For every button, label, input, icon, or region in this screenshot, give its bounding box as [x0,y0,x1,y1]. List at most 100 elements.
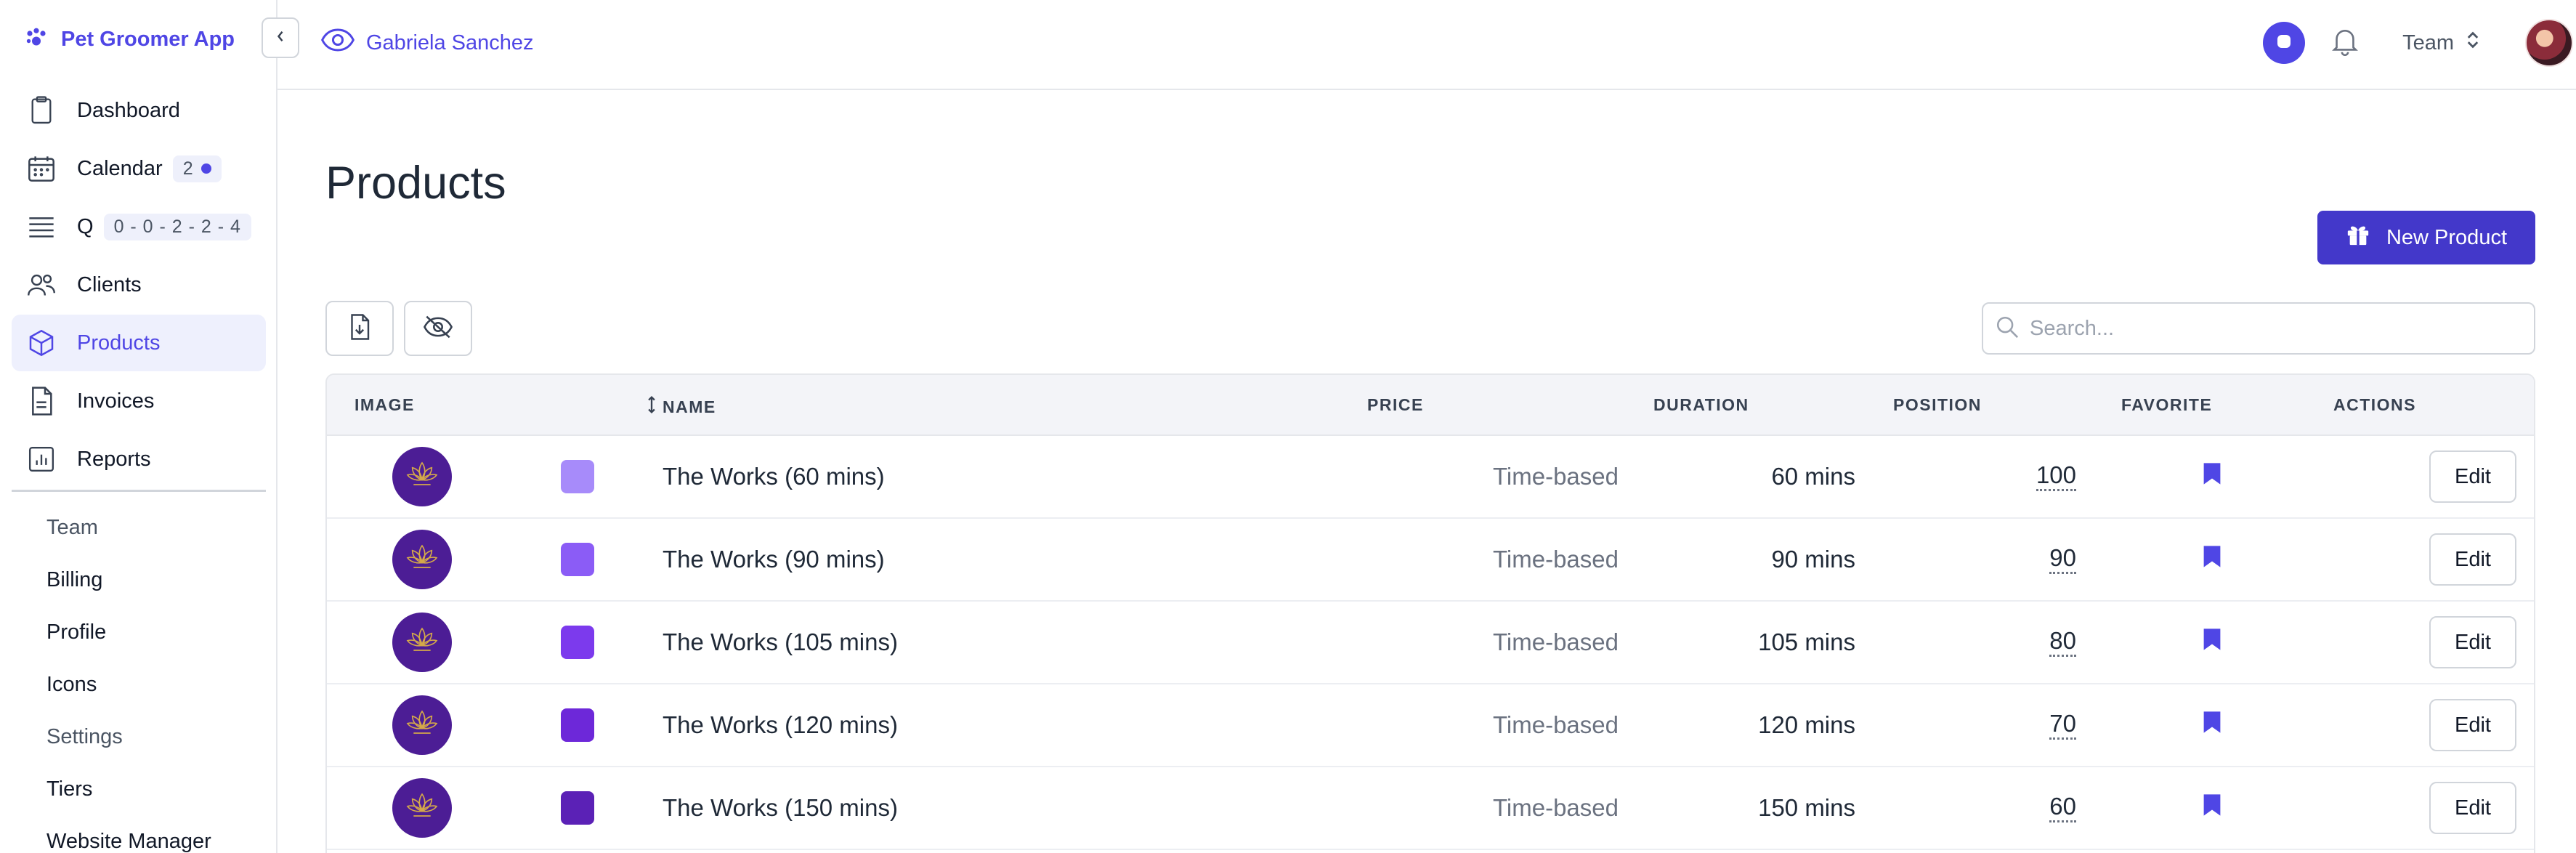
product-name: The Works (150 mins) [663,794,898,821]
new-product-button[interactable]: New Product [2317,211,2535,264]
search-box [1982,302,2535,355]
color-swatch [561,460,594,493]
table-header: IMAGE NAME PRICE DURATION POSITION FAVOR… [327,375,2534,436]
clipboard-icon [26,95,57,126]
product-image [392,778,452,838]
sidebar-divider [12,490,266,492]
product-image [392,613,452,672]
paw-icon [23,25,49,54]
chevron-up-down-icon [2466,30,2480,56]
sidebar-item-icons[interactable]: Icons [46,658,211,711]
brand[interactable]: Pet Groomer App [23,25,235,54]
app-name: Pet Groomer App [61,28,235,51]
user-avatar[interactable] [2525,19,2573,67]
bookmark-icon[interactable] [2203,461,2221,492]
sidebar-item-tiers[interactable]: Tiers [46,763,211,815]
product-position[interactable]: 70 [2049,711,2076,740]
bookmark-icon[interactable] [2203,710,2221,740]
sidebar-item-label: Products [77,331,161,355]
notifications-button[interactable] [2327,25,2363,61]
viewing-as[interactable]: Gabriela Sanchez [320,28,534,58]
color-swatch [561,708,594,742]
product-position[interactable]: 80 [2049,628,2076,657]
sidebar-item-queue[interactable]: Q 0 - 0 - 2 - 2 - 4 [12,198,266,255]
column-header-duration: DURATION [1653,395,1749,414]
bookmark-icon[interactable] [2203,544,2221,575]
calendar-icon [26,153,57,184]
new-product-label: New Product [2386,225,2507,249]
sidebar-item-label: Calendar [77,156,163,180]
column-header-position: POSITION [1893,395,1982,414]
lotus-icon [404,625,440,660]
topbar-actions: Team [2263,19,2576,67]
sidebar-item-reports[interactable]: Reports [12,431,266,488]
bell-icon [2332,27,2358,60]
table-row: The Works (90 mins) Time-based 90 mins 9… [327,519,2534,602]
lotus-icon [404,459,440,494]
eye-icon [320,28,355,58]
team-selector[interactable]: Team [2402,30,2480,56]
sidebar-item-calendar[interactable]: Calendar 2 [12,140,266,197]
team-selector-label: Team [2402,31,2454,54]
sidebar-item-website-manager[interactable]: Website Manager [46,815,211,853]
sidebar-item-clients[interactable]: Clients [12,256,266,313]
sidebar: Pet Groomer App Dashboard Calendar 2 Q 0… [0,0,278,853]
product-duration: 90 mins [1771,546,1855,573]
product-price: Time-based [1492,463,1619,490]
users-icon [26,270,57,300]
calendar-badge: 2 [172,155,222,182]
eye-slash-icon [423,315,453,342]
viewer-name: Gabriela Sanchez [366,31,534,54]
column-header-label: NAME [663,397,716,416]
color-swatch [561,626,594,659]
edit-button[interactable]: Edit [2429,616,2516,668]
notification-dot-icon [201,163,211,174]
file-download-icon [349,313,370,344]
product-duration: 150 mins [1758,794,1855,821]
sidebar-item-invoices[interactable]: Invoices [12,373,266,429]
edit-button[interactable]: Edit [2429,533,2516,586]
search-input[interactable] [2030,316,2502,341]
sidebar-item-profile[interactable]: Profile [46,606,211,658]
sidebar-item-settings[interactable]: Settings [46,711,211,763]
queue-icon [26,211,57,242]
sidebar-item-dashboard[interactable]: Dashboard [12,82,266,139]
edit-button[interactable]: Edit [2429,699,2516,751]
product-position[interactable]: 100 [2036,462,2076,491]
product-price: Time-based [1492,711,1619,738]
page-title: Products [325,158,506,209]
column-header-price: PRICE [1367,395,1424,414]
gift-icon [2346,222,2370,253]
table-row: The Works (105 mins) Time-based 105 mins… [327,602,2534,684]
document-icon [26,386,57,416]
product-price: Time-based [1492,794,1619,821]
edit-button[interactable]: Edit [2429,450,2516,503]
product-name: The Works (60 mins) [663,463,885,490]
product-name: The Works (105 mins) [663,628,898,655]
product-position[interactable]: 90 [2049,545,2076,574]
sort-icon [647,395,657,419]
bookmark-icon[interactable] [2203,627,2221,658]
edit-button[interactable]: Edit [2429,782,2516,834]
sidebar-item-label: Q [77,214,94,238]
lotus-icon [404,791,440,825]
export-button[interactable] [325,301,394,356]
status-button[interactable] [2263,22,2306,64]
toggle-hidden-button[interactable] [404,301,472,356]
sidebar-item-label: Dashboard [77,98,180,122]
sidebar-item-label: Reports [77,447,151,471]
queue-badge: 0 - 0 - 2 - 2 - 4 [103,213,251,240]
product-image [392,695,452,755]
product-price: Time-based [1492,546,1619,573]
lotus-icon [404,708,440,743]
column-header-name[interactable]: NAME [647,395,716,419]
product-duration: 120 mins [1758,711,1855,738]
products-table: IMAGE NAME PRICE DURATION POSITION FAVOR… [325,373,2535,853]
product-position[interactable]: 60 [2049,793,2076,822]
product-image [392,530,452,589]
search-icon [1995,315,2020,343]
sidebar-item-products[interactable]: Products [12,315,266,371]
sidebar-item-team[interactable]: Team [46,501,211,554]
bookmark-icon[interactable] [2203,793,2221,823]
sidebar-item-billing[interactable]: Billing [46,554,211,606]
